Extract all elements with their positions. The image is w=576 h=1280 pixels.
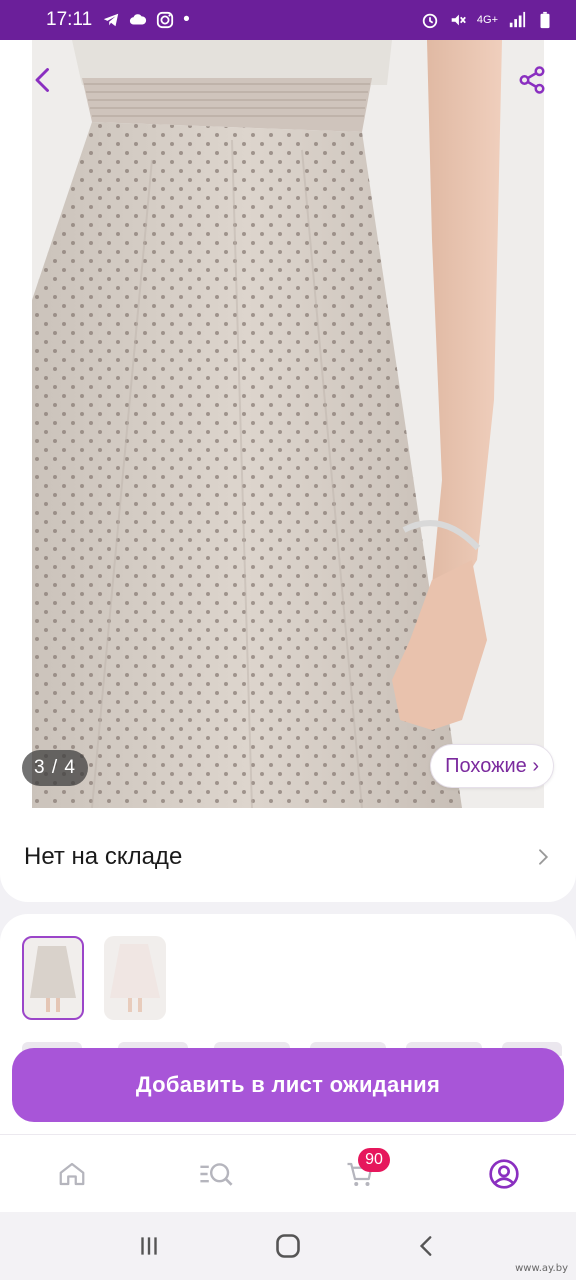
stock-status-text: Нет на складе: [24, 843, 183, 870]
variant-thumbnail-image: [30, 946, 76, 1012]
nav-home[interactable]: [42, 1144, 102, 1204]
home-button-icon[interactable]: [274, 1232, 302, 1260]
nav-profile[interactable]: [474, 1144, 534, 1204]
similar-button[interactable]: Похожие ›: [430, 744, 554, 788]
instagram-icon: [157, 11, 174, 29]
recent-apps-icon[interactable]: [136, 1233, 162, 1259]
back-nav-icon[interactable]: [414, 1233, 440, 1259]
alarm-icon: [422, 13, 438, 29]
cart-count-badge: 90: [358, 1147, 390, 1172]
product-gallery[interactable]: 3 / 4 Похожие ›: [0, 40, 576, 830]
signal-icon: [509, 11, 526, 28]
watermark: www.ay.by: [515, 1263, 568, 1274]
variant-thumbnail[interactable]: [104, 936, 166, 1020]
nav-cart[interactable]: 90: [330, 1144, 390, 1204]
mute-icon: [451, 14, 466, 26]
system-navigation-bar: [0, 1212, 576, 1280]
variant-thumbnails: [22, 936, 554, 1020]
variant-thumbnail[interactable]: [22, 936, 84, 1020]
share-button[interactable]: [512, 60, 552, 100]
telegram-icon: [103, 13, 119, 27]
product-photo[interactable]: [32, 40, 544, 808]
skirt-image: [32, 40, 544, 808]
chevron-right-icon: [539, 849, 549, 865]
battery-icon: [540, 11, 550, 29]
status-bar: 17:11 • 4G+: [0, 0, 576, 40]
home-icon: [59, 1162, 85, 1185]
cloud-icon: [130, 14, 147, 25]
add-to-waitlist-button[interactable]: Добавить в лист ожидания: [12, 1048, 564, 1122]
network-label: 4G+: [476, 14, 498, 26]
stock-status-row[interactable]: Нет на складе: [0, 812, 576, 902]
back-button[interactable]: [24, 60, 64, 100]
share-icon: [519, 66, 545, 94]
chevron-left-icon: [35, 68, 49, 92]
clock: 17:11: [46, 9, 93, 30]
variant-thumbnail-image: [110, 944, 160, 1012]
notification-dot: •: [183, 9, 190, 30]
nav-catalog[interactable]: [186, 1144, 246, 1204]
gallery-counter: 3 / 4: [22, 750, 88, 786]
bottom-navigation: 90: [0, 1134, 576, 1212]
profile-icon: [489, 1158, 519, 1189]
catalog-search-icon: [200, 1162, 233, 1186]
